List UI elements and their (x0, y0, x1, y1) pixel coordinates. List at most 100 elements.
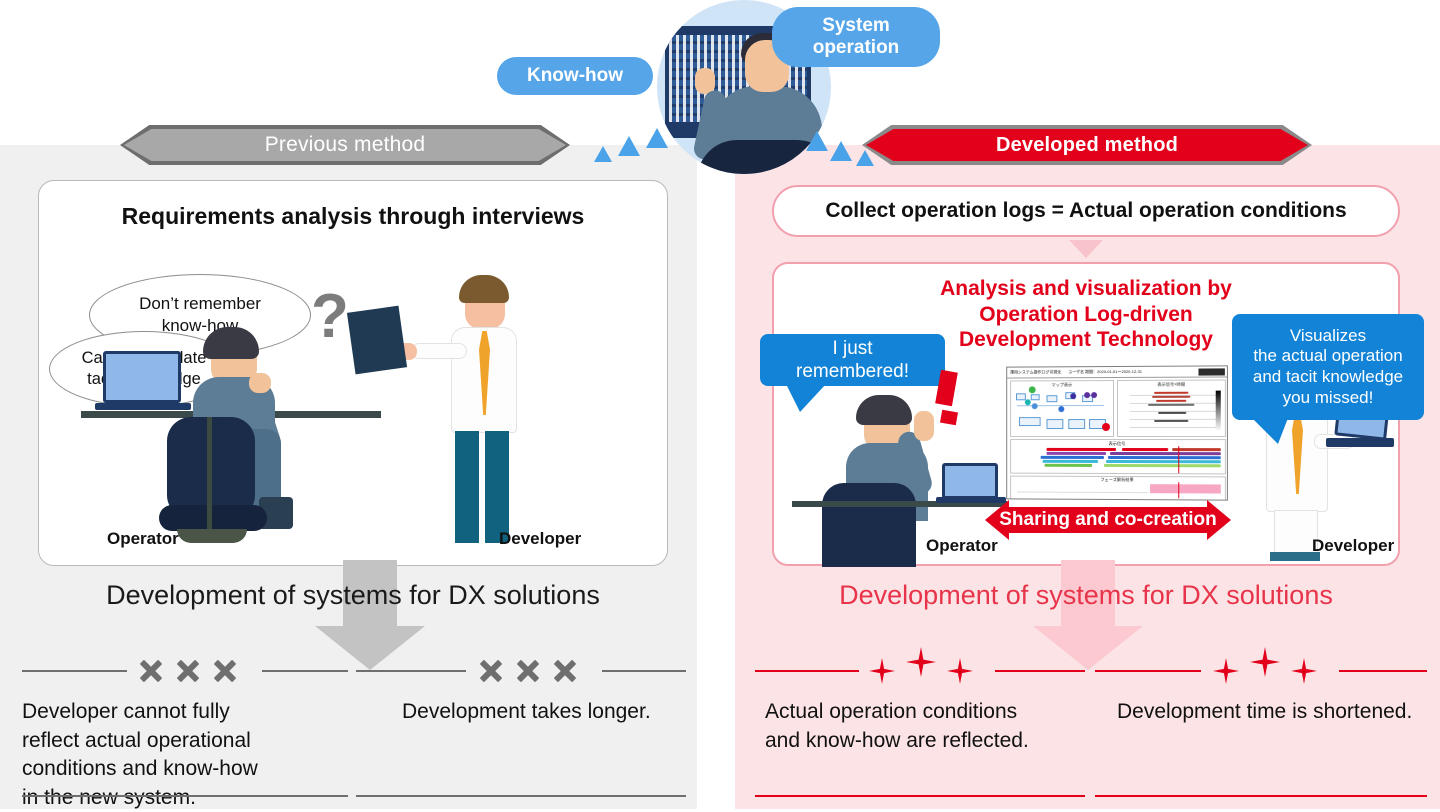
developer-label-left: Developer (499, 529, 582, 548)
developer-illustration-left (346, 275, 559, 556)
sharing-cocreation-label: Sharing and co-creation (999, 509, 1217, 530)
previous-method-banner: Previous method (120, 125, 570, 165)
chair-seat (159, 505, 267, 531)
collect-logs-box: Collect operation logs = Actual operatio… (772, 185, 1400, 237)
operator-hand (249, 373, 271, 393)
outcome-rule-right-1b (995, 670, 1085, 672)
laptop-base-icon (95, 403, 191, 410)
exclamation-dot-icon (939, 409, 959, 426)
dx-headline-right: Development of systems for DX solutions (839, 580, 1333, 610)
infographic-root: Requirements analysis through interviews… (0, 0, 1440, 809)
dashboard-phase-caption: フェーズ解析結果 (1100, 476, 1134, 483)
outcome-bottom-rule-right-1 (755, 795, 1085, 797)
dashboard-header: 運用システム操作ログ可視化 ユーザ名 期間：2020-01-01～2020-12… (1007, 366, 1227, 379)
laptop-screen-icon-right (942, 463, 998, 499)
sparkle-star-icon (947, 658, 973, 684)
document-sheet-icon (346, 305, 408, 375)
outcome-marks-right-2 (1213, 647, 1317, 686)
outcome-text-right-2: Development time is shortened. (1117, 700, 1413, 723)
x-mark-icon (138, 658, 164, 684)
outcome-bottom-rule-left-1 (22, 795, 348, 797)
triangle-icon-r1 (806, 131, 828, 151)
operator-hair (203, 327, 259, 359)
outcome-rule-right-2a (1095, 670, 1201, 672)
outcome-marks-left-1 (138, 658, 238, 684)
developed-method-label: Developed method (995, 133, 1179, 156)
sparkle-star-icon (1213, 658, 1239, 684)
sharing-cocreation-arrow: Sharing and co-creation (985, 500, 1231, 540)
sparkle-star-icon (1250, 647, 1280, 677)
dashboard-timeline-panel: 表示信号 (1010, 438, 1226, 475)
x-mark-icon (212, 658, 238, 684)
x-mark-icon (515, 658, 541, 684)
speech-bubble-visualizes: Visualizes the actual operation and taci… (1232, 314, 1424, 444)
speech-bubble-remembered: I just remembered! (760, 334, 945, 412)
outcome-rule-left-1a (22, 670, 127, 672)
previous-method-label: Previous method (264, 133, 426, 156)
outcome-bottom-rule-left-2 (356, 795, 686, 797)
badge-know-how-label: Know-how (526, 65, 624, 87)
triangle-icon-l3 (646, 128, 668, 148)
outcome-text-left-2: Development takes longer. (402, 700, 651, 723)
badge-system-operation-label: System operation (812, 15, 900, 58)
dashboard-signal-time-panel: 表示信号×時間 (1116, 379, 1226, 438)
speech-tail-right (1252, 418, 1288, 444)
outcome-marks-right-1 (869, 647, 973, 686)
outcome-left-1: Developer cannot fully reflect actual op… (10, 650, 350, 809)
operator-hair-right (856, 395, 912, 425)
dashboard-title: 運用システム操作ログ可視化 (1010, 369, 1062, 375)
sparkle-star-icon (1291, 658, 1317, 684)
outcome-right-1: Actual operation conditions and know-how… (745, 647, 1089, 805)
pink-down-caret-icon (1069, 240, 1103, 258)
badge-system-operation: System operation (772, 7, 940, 67)
chair-back-right (822, 483, 916, 567)
chair-base (177, 529, 247, 543)
triangle-icon-l1 (594, 146, 612, 162)
developer-hair (459, 275, 509, 303)
outcome-rule-right-2b (1339, 670, 1427, 672)
x-mark-icon (552, 658, 578, 684)
developer-label-right: Developer (1312, 536, 1395, 555)
outcome-rule-left-2b (602, 670, 686, 672)
collect-logs-text: Collect operation logs = Actual operatio… (825, 199, 1347, 222)
speech-bubble-visualizes-text: Visualizes the actual operation and taci… (1252, 325, 1404, 407)
operator-pointing-hand (914, 411, 934, 441)
dashboard-map-caption: マップ表示 (1051, 382, 1073, 388)
operation-log-dashboard-mock[interactable]: 運用システム操作ログ可視化 ユーザ名 期間：2020-01-01～2020-12… (1006, 365, 1228, 501)
laptop-screen-icon (103, 351, 181, 403)
speech-tail-left (786, 384, 826, 412)
x-mark-icon (478, 658, 504, 684)
operator-label-left: Operator (107, 529, 179, 548)
triangle-icon-l2 (618, 136, 640, 156)
badge-know-how: Know-how (497, 57, 653, 95)
outcome-bottom-rule-right-2 (1095, 795, 1427, 797)
outcome-text-right-1: Actual operation conditions and know-how… (765, 700, 1029, 752)
dashboard-subtitle: ユーザ名 期間：2020-01-01～2020-12-31 (1068, 368, 1142, 375)
dashboard-phase-panel: フェーズ解析結果 (1010, 475, 1226, 501)
developer-laptop-base-icon (1326, 438, 1394, 447)
developer-arm (411, 343, 467, 359)
sparkle-star-icon (906, 647, 936, 677)
sparkle-star-icon (869, 658, 895, 684)
developer-leg-left (455, 431, 479, 543)
triangle-icon-r2 (830, 141, 852, 161)
developer-leg-right (485, 431, 509, 543)
chair-post (207, 417, 212, 535)
card-title-previous: Requirements analysis through interviews (121, 203, 585, 229)
outcome-marks-left-2 (478, 658, 578, 684)
outcomes-left: Developer cannot fully reflect actual op… (10, 650, 690, 809)
dashboard-timeline-caption: 表示信号 (1108, 440, 1126, 447)
outcome-rule-right-1a (755, 670, 859, 672)
speech-bubble-remembered-text: I just remembered! (796, 337, 909, 382)
interview-analysis-card: Requirements analysis through interviews… (38, 180, 668, 566)
dashboard-tag (1198, 367, 1225, 376)
outcome-right-2: Development time is shortened. (1095, 647, 1431, 805)
triangle-icon-r3 (856, 150, 874, 166)
developed-method-banner: Developed method (862, 125, 1312, 165)
dx-headline-left: Development of systems for DX solutions (106, 580, 600, 610)
x-mark-icon (175, 658, 201, 684)
dashboard-signal-time-caption: 表示信号×時間 (1157, 381, 1186, 387)
outcome-rule-left-2a (356, 670, 466, 672)
outcome-left-2: Development takes longer. (356, 650, 690, 805)
dashboard-map-panel: マップ表示 (1010, 380, 1115, 437)
